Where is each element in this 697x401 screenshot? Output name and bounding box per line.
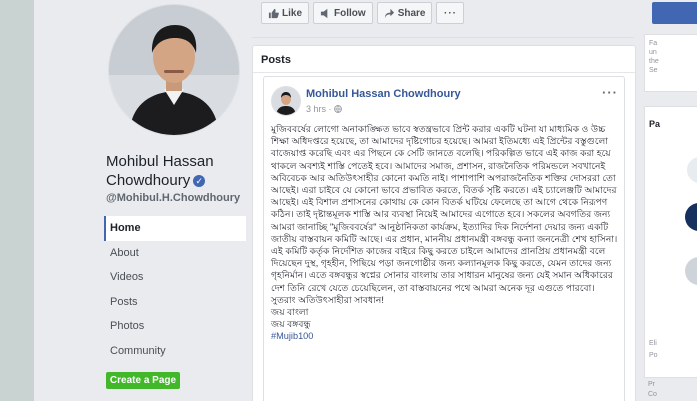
right-snippet: Eli bbox=[649, 340, 657, 347]
nav-item-community[interactable]: Community bbox=[104, 339, 246, 364]
nav-item-home[interactable]: Home bbox=[104, 216, 246, 241]
create-page-button[interactable]: Create a Page bbox=[106, 372, 180, 389]
right-column: Fa un the Se Pa Eli Po Pr Co bbox=[644, 0, 697, 401]
page-thumbnail[interactable] bbox=[685, 203, 697, 231]
like-button[interactable]: Like bbox=[261, 2, 310, 24]
nav-item-videos[interactable]: Videos bbox=[104, 265, 246, 290]
right-snippet: Se bbox=[649, 67, 658, 74]
post-timestamp[interactable]: 3 hrs · bbox=[306, 104, 342, 114]
right-info-box: Fa un the Se bbox=[644, 34, 697, 92]
page-thumbnail[interactable] bbox=[685, 155, 697, 185]
right-snippet: Pr bbox=[648, 381, 655, 388]
post-body-line: জয় বাংলা bbox=[271, 307, 309, 318]
posts-section: Posts Mohibul Hassan Chowdhoury 3 hrs · … bbox=[252, 45, 636, 401]
page-action-bar: Like Follow Share ··· bbox=[261, 2, 465, 24]
post-text: মুজিববর্ষের লোগো অনাকাঙ্ক্ষিত ভাবে স্বতন… bbox=[271, 123, 619, 343]
right-snippet: Fa bbox=[649, 40, 658, 47]
nav-item-photos[interactable]: Photos bbox=[104, 314, 246, 339]
right-snippet: Co bbox=[648, 391, 657, 398]
follow-button[interactable]: Follow bbox=[313, 2, 373, 24]
right-snippet: un bbox=[649, 49, 657, 56]
post-author-name[interactable]: Mohibul Hassan Chowdhoury bbox=[306, 88, 461, 100]
like-label: Like bbox=[282, 7, 303, 19]
posts-divider bbox=[253, 72, 635, 73]
profile-photo-image bbox=[109, 5, 239, 135]
post-options-button[interactable]: ··· bbox=[602, 85, 618, 100]
facebook-page: Mohibul Hassan Chowdhoury ✓ @Mohibul.H.Ch… bbox=[34, 0, 697, 401]
like-icon bbox=[268, 8, 279, 18]
right-pages-box: Pa Eli Po bbox=[644, 106, 697, 378]
post-time-text: 3 hrs · bbox=[306, 104, 332, 114]
verified-icon: ✓ bbox=[193, 175, 206, 187]
top-right-button[interactable] bbox=[652, 2, 697, 24]
globe-icon bbox=[334, 105, 342, 113]
author-photo-image bbox=[272, 87, 300, 115]
right-snippet: the bbox=[649, 58, 659, 65]
post-body-line: জয় বঙ্গবন্ধু bbox=[271, 319, 311, 330]
page-name[interactable]: Mohibul Hassan Chowdhoury ✓ bbox=[106, 152, 246, 190]
follow-label: Follow bbox=[334, 7, 366, 19]
left-column: Mohibul Hassan Chowdhoury ✓ @Mohibul.H.Ch… bbox=[34, 0, 246, 401]
more-options-button[interactable]: ··· bbox=[436, 2, 465, 24]
share-button[interactable]: Share bbox=[376, 2, 433, 24]
action-bar-divider bbox=[252, 37, 634, 38]
post-story: Mohibul Hassan Chowdhoury 3 hrs · ··· মু… bbox=[263, 76, 625, 401]
right-snippet: Po bbox=[649, 352, 658, 359]
right-section-heading: Pa bbox=[649, 119, 661, 129]
share-label: Share bbox=[397, 7, 426, 19]
follow-icon bbox=[320, 8, 328, 18]
post-author-avatar[interactable] bbox=[271, 86, 301, 116]
nav-item-about[interactable]: About bbox=[104, 241, 246, 266]
share-icon bbox=[384, 8, 394, 18]
profile-picture[interactable] bbox=[108, 4, 240, 136]
page-handle: @Mohibul.H.Chowdhoury bbox=[106, 192, 241, 204]
posts-heading: Posts bbox=[261, 54, 291, 66]
post-body-paragraph: মুজিববর্ষের লোগো অনাকাঙ্ক্ষিত ভাবে স্বতন… bbox=[271, 124, 618, 305]
nav-item-posts[interactable]: Posts bbox=[104, 290, 246, 315]
hashtag-link[interactable]: #Mujib100 bbox=[271, 330, 619, 342]
page-nav: Home About Videos Posts Photos Community bbox=[104, 216, 246, 363]
page-thumbnail[interactable] bbox=[685, 257, 697, 285]
